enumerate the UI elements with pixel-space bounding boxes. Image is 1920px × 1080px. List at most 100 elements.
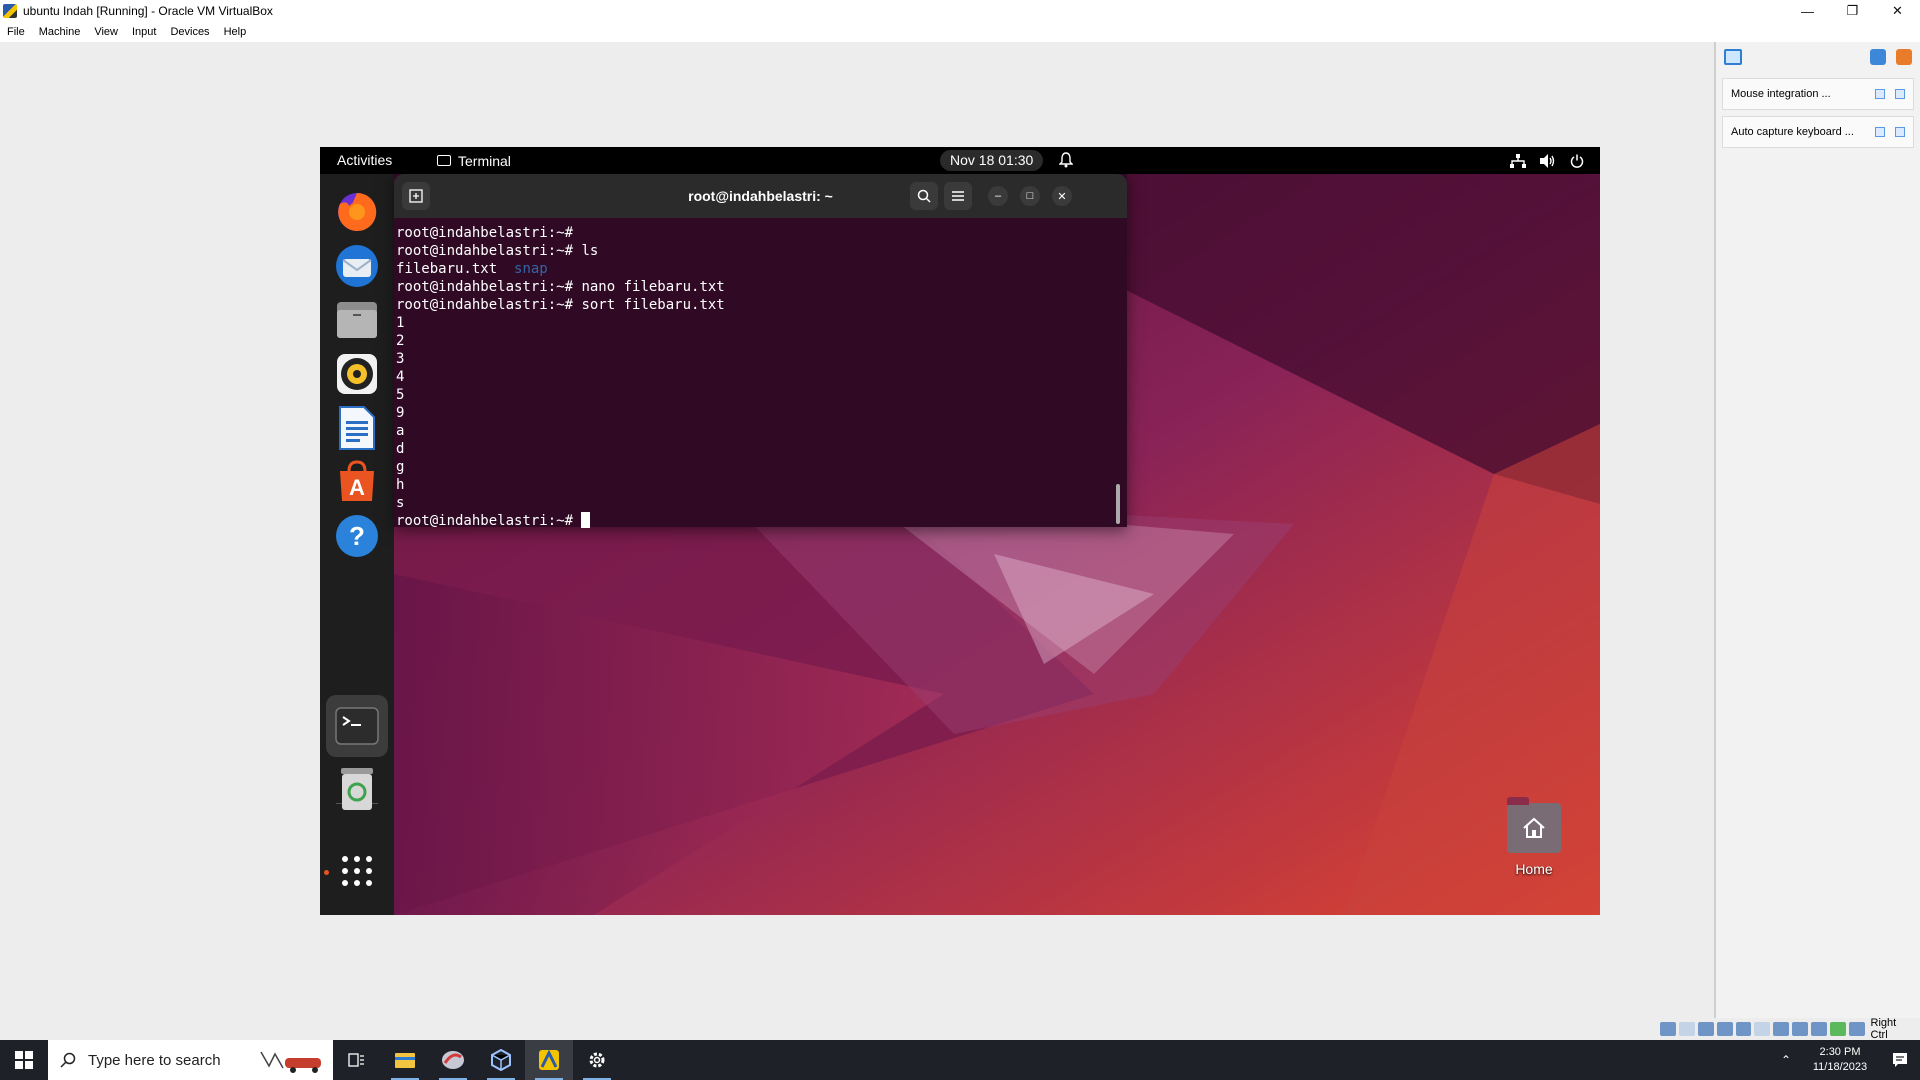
app-menu[interactable]: Terminal bbox=[437, 147, 511, 174]
search-icon bbox=[917, 189, 931, 203]
output-line: 4 bbox=[396, 369, 405, 385]
dont-show-again-icon[interactable] bbox=[1875, 89, 1885, 99]
dont-show-again-icon[interactable] bbox=[1875, 127, 1885, 137]
terminal-line: root@indahbelastri:~# bbox=[396, 512, 1116, 530]
terminal-line: 1 bbox=[396, 314, 1116, 332]
terminal-line: root@indahbelastri:~# sort filebaru.txt bbox=[396, 296, 1116, 314]
mouse-integration-icon[interactable] bbox=[1829, 1022, 1846, 1036]
text-cursor bbox=[581, 512, 591, 528]
terminal-minimize-button[interactable]: – bbox=[988, 186, 1008, 206]
notification-auto-capture-keyboard[interactable]: Auto capture keyboard ... bbox=[1722, 116, 1914, 148]
minimize-button[interactable]: — bbox=[1785, 0, 1830, 22]
terminal-close-button[interactable]: ✕ bbox=[1052, 186, 1072, 206]
terminal-title: root@indahbelastri: ~ bbox=[688, 188, 833, 204]
menu-input[interactable]: Input bbox=[125, 26, 163, 38]
gnome-topbar: Activities Terminal Nov 18 01:30 bbox=[320, 147, 1600, 174]
virtualbox-vm-taskbar[interactable] bbox=[525, 1040, 573, 1080]
virtualbox-manager-taskbar[interactable] bbox=[477, 1040, 525, 1080]
task-view-button[interactable] bbox=[333, 1040, 381, 1080]
close-notification-icon[interactable] bbox=[1895, 89, 1905, 99]
virtualbox-vm-icon bbox=[539, 1049, 559, 1070]
search-button[interactable] bbox=[910, 182, 938, 210]
menu-devices[interactable]: Devices bbox=[163, 26, 216, 38]
close-button[interactable]: ✕ bbox=[1875, 0, 1920, 22]
files-icon[interactable] bbox=[332, 295, 382, 345]
chevron-up-icon[interactable]: ⌃ bbox=[1772, 1053, 1800, 1067]
usb-icon[interactable] bbox=[1735, 1022, 1752, 1036]
home-label: Home bbox=[1515, 861, 1553, 877]
output-line: 3 bbox=[396, 351, 405, 367]
action-center-button[interactable] bbox=[1880, 1040, 1920, 1080]
close-notification-icon[interactable] bbox=[1895, 127, 1905, 137]
app-icon bbox=[442, 1051, 464, 1069]
toggle-panel-icon[interactable] bbox=[1870, 49, 1886, 65]
system-menu[interactable] bbox=[1510, 147, 1584, 174]
terminal-small-icon bbox=[437, 155, 451, 166]
menu-help[interactable]: Help bbox=[217, 26, 254, 38]
cpu-icon[interactable] bbox=[1810, 1022, 1827, 1036]
home-folder-icon[interactable]: Home bbox=[1502, 797, 1566, 883]
windows-taskbar: Type here to search ⌃ 2:30 PM 11/18/2023 bbox=[0, 1040, 1920, 1080]
terminal-maximize-button[interactable]: □ bbox=[1020, 186, 1040, 206]
command: sort filebaru.txt bbox=[573, 297, 725, 313]
thunderbird-icon[interactable] bbox=[332, 241, 382, 291]
output-line: 5 bbox=[396, 387, 405, 403]
output-line: h bbox=[396, 477, 405, 493]
terminal-line: 2 bbox=[396, 332, 1116, 350]
browser-taskbar[interactable] bbox=[429, 1040, 477, 1080]
running-indicator bbox=[324, 870, 329, 875]
taskbar-time: 2:30 PM bbox=[1819, 1046, 1861, 1058]
network-icon[interactable] bbox=[1716, 1022, 1733, 1036]
notification-center-icon[interactable] bbox=[1724, 49, 1742, 65]
gear-icon bbox=[589, 1052, 605, 1068]
file-explorer-taskbar[interactable] bbox=[381, 1040, 429, 1080]
menu-view[interactable]: View bbox=[87, 26, 125, 38]
search-icon bbox=[60, 1052, 76, 1068]
recording-icon[interactable] bbox=[1792, 1022, 1808, 1036]
libreoffice-writer-icon[interactable] bbox=[332, 403, 382, 453]
output-line: g bbox=[396, 459, 405, 475]
cube-icon bbox=[491, 1049, 511, 1071]
settings-taskbar[interactable] bbox=[573, 1040, 621, 1080]
start-button[interactable] bbox=[0, 1040, 48, 1080]
shared-folders-icon[interactable] bbox=[1754, 1022, 1771, 1036]
activities-button[interactable]: Activities bbox=[337, 147, 392, 174]
hamburger-icon bbox=[952, 191, 964, 201]
firefox-icon[interactable] bbox=[332, 187, 382, 237]
optical-drive-icon[interactable] bbox=[1678, 1022, 1695, 1036]
terminal-scrollbar[interactable] bbox=[1116, 484, 1120, 524]
search-highlight-icon bbox=[260, 1051, 321, 1073]
restore-button[interactable]: ❐ bbox=[1830, 0, 1875, 22]
terminal-icon[interactable] bbox=[326, 695, 388, 757]
svg-text:?: ? bbox=[349, 521, 365, 551]
taskbar-clock[interactable]: 2:30 PM 11/18/2023 bbox=[1800, 1045, 1880, 1075]
show-apps-icon[interactable] bbox=[332, 846, 382, 896]
menu-file[interactable]: File bbox=[0, 26, 32, 38]
guest-screen[interactable]: Activities Terminal Nov 18 01:30 A ? roo… bbox=[320, 147, 1600, 915]
help-icon[interactable]: ? bbox=[332, 511, 382, 561]
terminal-output[interactable]: root@indahbelastri:~# root@indahbelastri:… bbox=[396, 224, 1116, 529]
terminal-window[interactable]: root@indahbelastri: ~ – □ ✕ root@indahbe… bbox=[394, 174, 1127, 529]
clock-button[interactable]: Nov 18 01:30 bbox=[940, 150, 1044, 171]
trash-icon[interactable] bbox=[332, 764, 382, 814]
terminal-line: 4 bbox=[396, 368, 1116, 386]
prompt: root@indahbelastri:~# bbox=[396, 297, 574, 313]
keyboard-capture-icon[interactable] bbox=[1848, 1022, 1865, 1036]
notification-center: Mouse integration ... Auto capture keybo… bbox=[1714, 42, 1920, 1018]
ubuntu-software-icon[interactable]: A bbox=[332, 457, 382, 507]
clear-notifications-icon[interactable] bbox=[1896, 49, 1912, 65]
volume-icon bbox=[1540, 153, 1555, 168]
taskbar-search[interactable]: Type here to search bbox=[48, 1040, 333, 1080]
terminal-headerbar[interactable]: root@indahbelastri: ~ – □ ✕ bbox=[394, 174, 1127, 218]
menu-machine[interactable]: Machine bbox=[32, 26, 88, 38]
ubuntu-dock: A ? bbox=[320, 174, 394, 915]
notification-mouse-integration[interactable]: Mouse integration ... bbox=[1722, 78, 1914, 110]
rhythmbox-icon[interactable] bbox=[332, 349, 382, 399]
hard-disk-icon[interactable] bbox=[1660, 1022, 1676, 1036]
display-icon[interactable] bbox=[1773, 1022, 1790, 1036]
menu-button[interactable] bbox=[944, 182, 972, 210]
terminal-line: a bbox=[396, 422, 1116, 440]
audio-icon[interactable] bbox=[1697, 1022, 1714, 1036]
bell-icon bbox=[1059, 152, 1073, 168]
terminal-line: 5 bbox=[396, 386, 1116, 404]
